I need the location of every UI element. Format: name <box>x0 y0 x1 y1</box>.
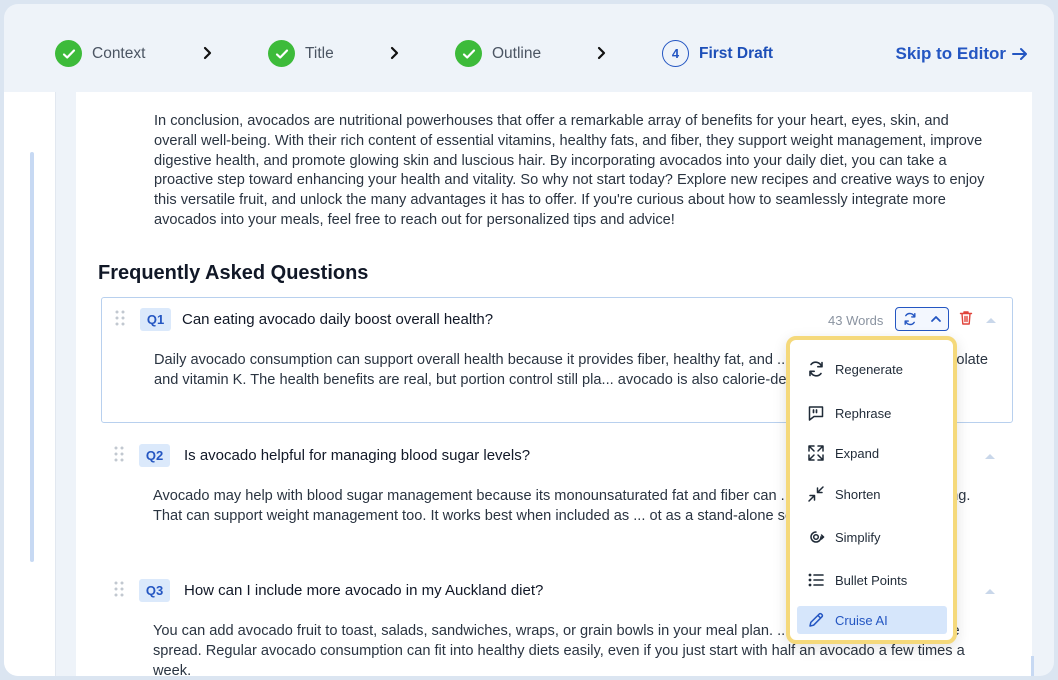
question-badge: Q3 <box>139 579 170 602</box>
check-icon <box>268 40 295 67</box>
regenerate-icon <box>809 361 823 377</box>
sidebar-scrollbar[interactable] <box>30 152 34 562</box>
menu-item-label: Rephrase <box>835 405 892 421</box>
step-number: 4 <box>662 40 689 67</box>
arrow-right-icon <box>1012 48 1027 60</box>
check-icon <box>55 40 82 67</box>
word-count: 43 Words <box>828 313 884 328</box>
shorten-icon <box>808 486 824 502</box>
menu-item-shorten[interactable]: Shorten <box>797 480 947 508</box>
chevron-right-icon <box>390 46 399 60</box>
app-window: Context Title Outline 4 First Draft Skip… <box>4 4 1054 676</box>
bullet-points-icon <box>808 573 824 587</box>
menu-item-simplify[interactable]: Simplify <box>797 523 947 551</box>
step-title[interactable]: Title <box>268 40 334 67</box>
collapse-icon[interactable] <box>984 452 996 460</box>
step-outline[interactable]: Outline <box>455 40 541 67</box>
progress-stepper: Context Title Outline 4 First Draft Skip… <box>4 4 1054 96</box>
drag-handle-icon[interactable] <box>115 310 125 326</box>
menu-item-label: Bullet Points <box>835 572 908 588</box>
menu-item-expand[interactable]: Expand <box>797 439 947 467</box>
step-label: Outline <box>492 44 542 62</box>
content-scrollbar[interactable] <box>1031 656 1034 676</box>
question-badge: Q1 <box>140 308 171 331</box>
skip-label: Skip to Editor <box>895 44 1007 63</box>
chevron-up-icon <box>930 316 941 322</box>
drag-handle-icon[interactable] <box>114 446 124 462</box>
pencil-icon <box>809 612 824 627</box>
question-badge: Q2 <box>139 444 170 467</box>
menu-item-rephrase[interactable]: Rephrase <box>797 399 947 427</box>
chevron-right-icon <box>597 46 606 60</box>
left-sidebar <box>4 92 56 676</box>
menu-item-label: Simplify <box>835 529 881 545</box>
regenerate-menu-button[interactable] <box>895 307 949 331</box>
question-text[interactable]: Can eating avocado daily boost overall h… <box>182 311 493 328</box>
conclusion-paragraph: In conclusion, avocados are nutritional … <box>154 113 985 228</box>
chevron-right-icon <box>203 46 212 60</box>
ai-actions-menu: Regenerate Rephrase Expand Shorten Simpl… <box>786 336 957 644</box>
expand-icon <box>808 445 824 461</box>
faq-heading: Frequently Asked Questions <box>98 262 369 284</box>
menu-item-label: Regenerate <box>835 361 903 377</box>
step-label: Context <box>92 44 146 62</box>
menu-item-regenerate[interactable]: Regenerate <box>797 355 947 383</box>
collapse-icon[interactable] <box>985 316 997 324</box>
question-text[interactable]: How can I include more avocado in my Auc… <box>184 582 543 599</box>
step-label: First Draft <box>699 44 774 62</box>
question-text[interactable]: Is avocado helpful for managing blood su… <box>184 447 530 464</box>
collapse-icon[interactable] <box>984 587 996 595</box>
check-icon <box>455 40 482 67</box>
trash-icon[interactable] <box>959 310 973 326</box>
skip-to-editor-link[interactable]: Skip to Editor <box>896 44 1029 64</box>
drag-handle-icon[interactable] <box>114 581 124 597</box>
menu-item-bullet-points[interactable]: Bullet Points <box>797 566 947 594</box>
menu-item-label: Cruise AI <box>835 612 888 628</box>
menu-item-cruise-ai[interactable]: Cruise AI <box>797 606 947 634</box>
menu-item-label: Shorten <box>835 486 881 502</box>
simplify-icon <box>810 531 825 543</box>
regenerate-icon <box>903 312 916 326</box>
step-label: Title <box>305 44 334 62</box>
step-context[interactable]: Context <box>55 40 145 67</box>
rephrase-icon <box>808 406 824 421</box>
step-first-draft[interactable]: 4 First Draft <box>662 40 773 67</box>
menu-item-label: Expand <box>835 445 880 461</box>
